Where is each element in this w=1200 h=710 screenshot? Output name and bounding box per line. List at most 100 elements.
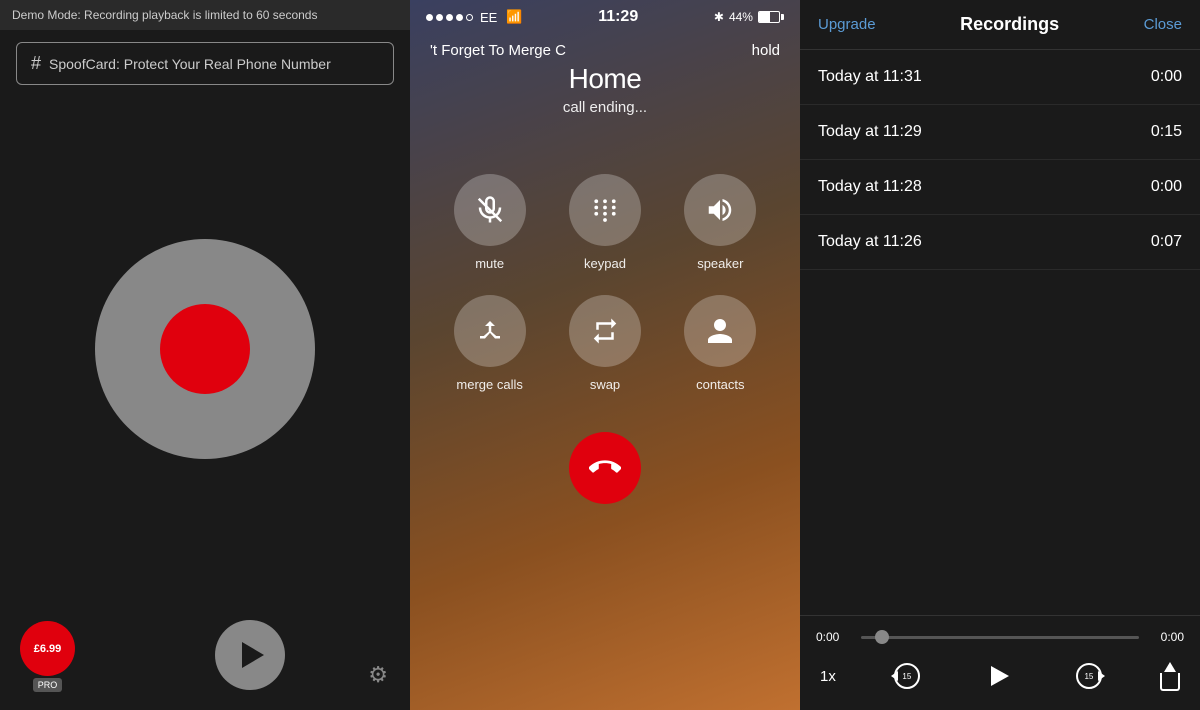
demo-banner: Demo Mode: Recording playback is limited… (0, 0, 410, 30)
speaker-label: speaker (697, 256, 743, 271)
carrier-name: EE (480, 10, 497, 25)
skip-forward-button[interactable]: 15 (1076, 663, 1102, 689)
current-time: 0:00 (816, 630, 851, 644)
recording-time-3: Today at 11:26 (818, 233, 922, 251)
contacts-circle (684, 295, 756, 367)
spoofcard-label: SpoofCard: Protect Your Real Phone Numbe… (49, 56, 331, 72)
left-panel: Demo Mode: Recording playback is limited… (0, 0, 410, 710)
recording-time-1: Today at 11:29 (818, 123, 922, 141)
progress-track[interactable] (861, 636, 1139, 639)
recording-time-2: Today at 11:28 (818, 178, 922, 196)
skip-back-button[interactable]: 15 (894, 663, 920, 689)
call-header-top: 't Forget To Merge C hold (420, 42, 790, 59)
record-outer-circle[interactable] (95, 239, 315, 459)
pro-label: PRO (33, 678, 63, 692)
speaker-icon (705, 195, 735, 225)
speaker-circle (684, 174, 756, 246)
swap-circle (569, 295, 641, 367)
progress-knob[interactable] (875, 630, 889, 644)
merge-calls-label: merge calls (456, 377, 522, 392)
mute-button[interactable]: mute (440, 174, 539, 271)
signal-dot-4 (456, 14, 463, 21)
share-box-icon (1160, 673, 1180, 691)
play-pause-icon (991, 666, 1009, 686)
recording-item-3[interactable]: Today at 11:26 0:07 (800, 215, 1200, 270)
swap-icon (590, 316, 620, 346)
spoofcard-banner[interactable]: # SpoofCard: Protect Your Real Phone Num… (16, 42, 394, 85)
contacts-label: contacts (696, 377, 744, 392)
call-header-left: 't Forget To Merge C (430, 42, 566, 59)
play-button[interactable] (215, 620, 285, 690)
settings-icon-wrap[interactable]: ⚙ (368, 662, 388, 688)
play-pause-button[interactable] (978, 656, 1018, 696)
recordings-header: Upgrade Recordings Close (800, 0, 1200, 50)
call-status: call ending... (420, 99, 790, 116)
recordings-title: Recordings (960, 14, 1059, 35)
end-call-button[interactable] (569, 432, 641, 504)
swap-button[interactable]: swap (555, 295, 654, 392)
keypad-button[interactable]: keypad (555, 174, 654, 271)
record-button[interactable] (160, 304, 250, 394)
bluetooth-icon: ✱ (714, 10, 724, 24)
right-panel: Upgrade Recordings Close Today at 11:31 … (800, 0, 1200, 710)
end-call-icon (589, 452, 621, 484)
upgrade-button[interactable]: Upgrade (818, 16, 876, 33)
signal-dot-5 (466, 14, 473, 21)
keypad-label: keypad (584, 256, 626, 271)
share-arrow-icon (1164, 662, 1176, 672)
signal-indicators: EE 📶 (426, 9, 523, 25)
recording-item-0[interactable]: Today at 11:31 0:00 (800, 50, 1200, 105)
share-button[interactable] (1160, 662, 1180, 691)
progress-row: 0:00 0:00 (816, 630, 1184, 644)
mute-label: mute (475, 256, 504, 271)
call-header: 't Forget To Merge C hold Home call endi… (410, 34, 800, 124)
clock-display: 11:29 (598, 8, 638, 26)
playback-bar: 0:00 0:00 1x 15 15 (800, 615, 1200, 710)
price-text: £6.99 (34, 643, 62, 655)
skip-forward-label: 15 (1084, 672, 1093, 681)
recordings-list: Today at 11:31 0:00 Today at 11:29 0:15 … (800, 50, 1200, 615)
speed-button[interactable]: 1x (820, 668, 836, 685)
skip-forward-icon: 15 (1076, 663, 1102, 689)
recording-time-0: Today at 11:31 (818, 68, 922, 86)
mute-circle (454, 174, 526, 246)
signal-dot-2 (436, 14, 443, 21)
signal-dot-1 (426, 14, 433, 21)
contacts-icon (705, 316, 735, 346)
recording-item-1[interactable]: Today at 11:29 0:15 (800, 105, 1200, 160)
keypad-icon (590, 195, 620, 225)
merge-calls-button[interactable]: merge calls (440, 295, 539, 392)
call-controls: mute keypad speaker (410, 144, 800, 412)
call-hold-label: hold (752, 42, 780, 59)
battery-percent: 44% (729, 10, 753, 24)
status-bar: EE 📶 11:29 ✱ 44% (410, 0, 800, 34)
merge-icon (475, 316, 505, 346)
skip-back-label: 15 (902, 672, 911, 681)
merge-circle (454, 295, 526, 367)
end-call-area (410, 432, 800, 504)
keypad-circle (569, 174, 641, 246)
wifi-icon: 📶 (506, 9, 522, 25)
phone-screen: EE 📶 11:29 ✱ 44% 't Forget To Merge C ho… (410, 0, 800, 710)
price-badge[interactable]: £6.99 PRO (20, 621, 75, 692)
call-name: Home (420, 59, 790, 99)
close-button[interactable]: Close (1144, 16, 1182, 33)
settings-icon[interactable]: ⚙ (368, 662, 388, 687)
hash-icon: # (31, 53, 41, 74)
contacts-button[interactable]: contacts (671, 295, 770, 392)
recording-item-2[interactable]: Today at 11:28 0:00 (800, 160, 1200, 215)
end-time: 0:00 (1149, 630, 1184, 644)
swap-label: swap (590, 377, 620, 392)
playback-controls: 1x 15 15 (816, 656, 1184, 696)
play-triangle-icon (242, 642, 264, 668)
speaker-button[interactable]: speaker (671, 174, 770, 271)
price-circle: £6.99 (20, 621, 75, 676)
record-area (95, 117, 315, 580)
recording-duration-1: 0:15 (1151, 123, 1182, 141)
recording-duration-0: 0:00 (1151, 68, 1182, 86)
signal-dot-3 (446, 14, 453, 21)
recording-duration-3: 0:07 (1151, 233, 1182, 251)
mute-icon (475, 195, 505, 225)
recording-duration-2: 0:00 (1151, 178, 1182, 196)
battery-icon (758, 11, 784, 23)
